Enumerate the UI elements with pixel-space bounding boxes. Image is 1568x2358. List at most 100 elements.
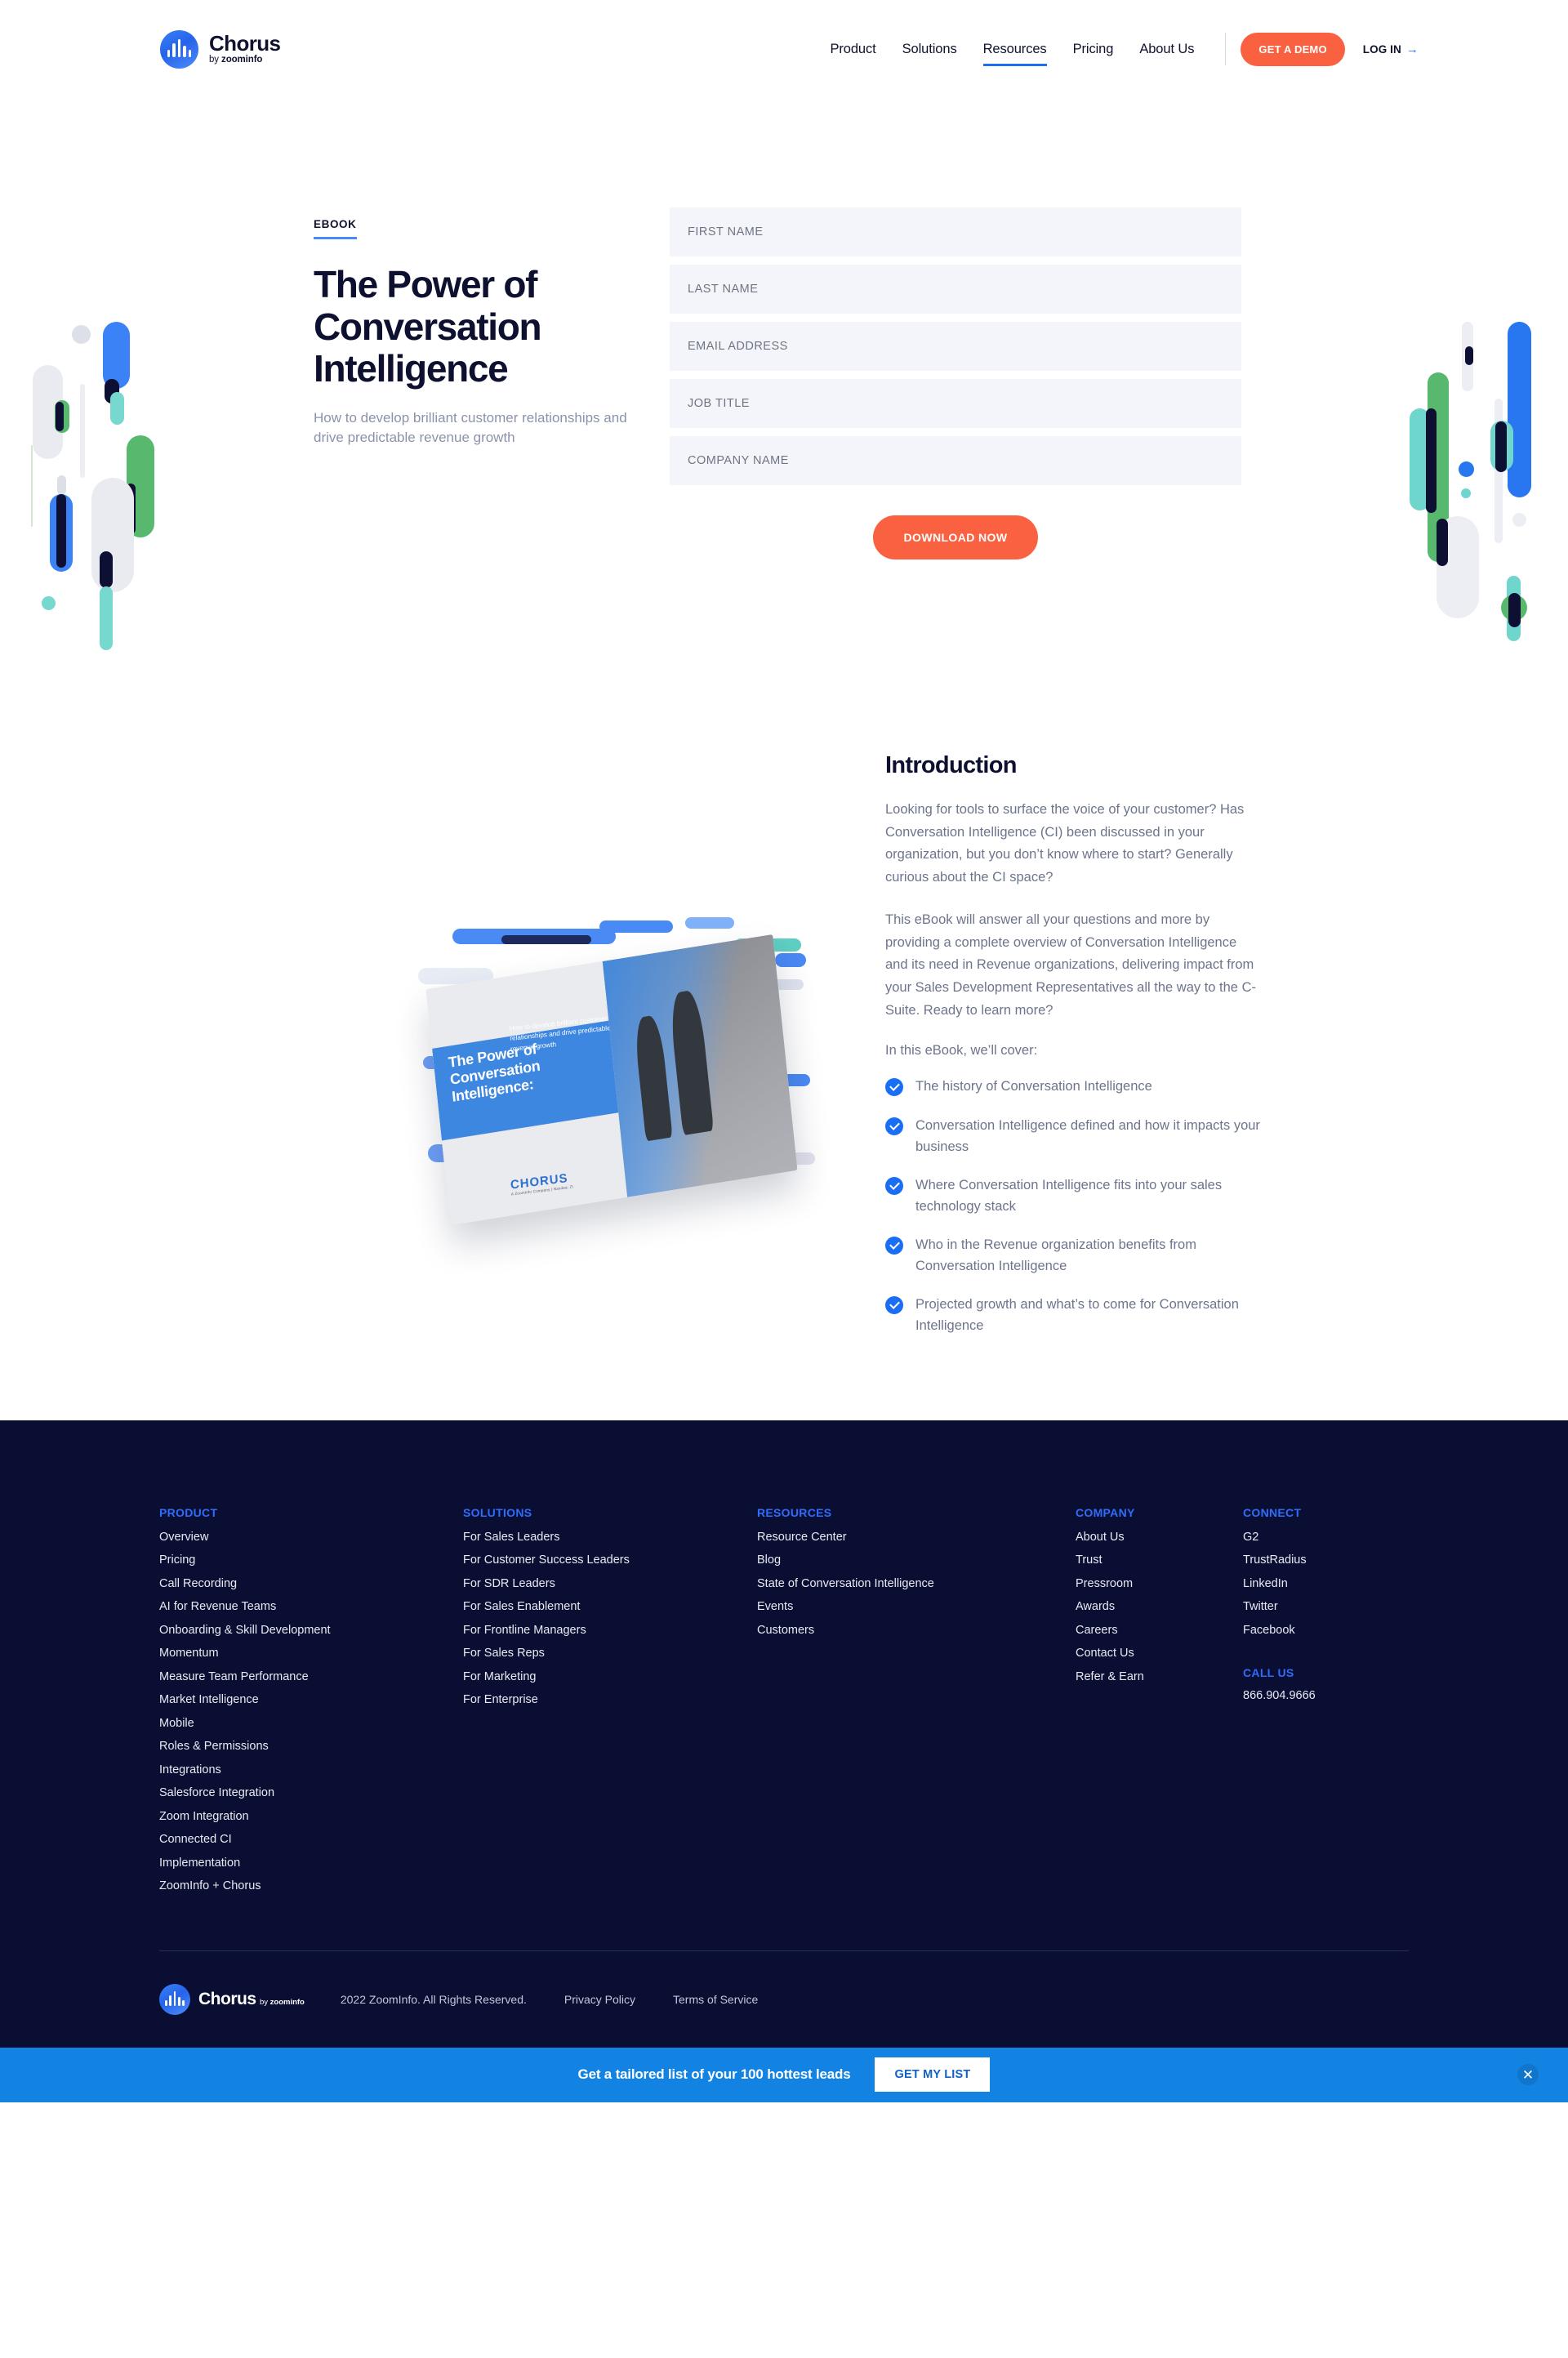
footer-link-twitter[interactable]: Twitter [1243,1600,1406,1613]
footer-link-implementation[interactable]: Implementation [159,1857,463,1870]
footer-link-zoom-integration[interactable]: Zoom Integration [159,1810,463,1823]
download-now-button[interactable]: DOWNLOAD NOW [872,515,1039,559]
get-my-list-button[interactable]: GET MY LIST [875,2057,991,2093]
streak [775,953,806,967]
footer-link-trustradius[interactable]: TrustRadius [1243,1553,1406,1567]
last-name-input[interactable] [670,265,1241,314]
footer-link-refer-earn[interactable]: Refer & Earn [1076,1670,1243,1683]
hero-copy: EBOOK The Power of Conversation Intellig… [212,204,670,559]
footer-link-linkedin[interactable]: LinkedIn [1243,1577,1406,1590]
brand-zoominfo-text: zoominfo [221,55,263,65]
footer-link-facebook[interactable]: Facebook [1243,1624,1406,1637]
footer-heading-resources: RESOURCES [757,1505,832,1519]
nav-item-solutions[interactable]: Solutions [889,42,970,57]
footer-link-roles-permissions[interactable]: Roles & Permissions [159,1740,463,1753]
company-name-input[interactable] [670,436,1241,485]
list-item: Where Conversation Intelligence fits int… [885,1175,1269,1217]
footer-phone-number[interactable]: 866.904.9666 [1243,1689,1316,1702]
footer-link-momentum[interactable]: Momentum [159,1647,463,1660]
footer-link-ai-for-revenue-teams[interactable]: AI for Revenue Teams [159,1600,463,1613]
first-name-input[interactable] [670,207,1241,256]
footer-brand-byline: by zoominfo [260,1998,305,2007]
footer-link-zoominfo-chorus[interactable]: ZoomInfo + Chorus [159,1879,463,1892]
check-circle-icon [885,1078,903,1097]
check-circle-icon [885,1117,903,1136]
footer-link-blog[interactable]: Blog [757,1553,1076,1567]
footer-heading-call-us: CALL US [1243,1665,1294,1679]
log-in-link[interactable]: LOG IN → [1363,43,1419,56]
terms-of-service-link[interactable]: Terms of Service [673,1993,758,2006]
footer-link-for-sales-leaders[interactable]: For Sales Leaders [463,1531,757,1544]
footer-brand-by-text: by [259,1997,270,2007]
introduction-column: Introduction Looking for tools to surfac… [885,657,1356,1355]
footer-link-for-marketing[interactable]: For Marketing [463,1670,757,1683]
footer-link-contact-us[interactable]: Contact Us [1076,1647,1243,1660]
footer-column-product: PRODUCT Overview Pricing Call Recording … [159,1506,463,1903]
footer-link-trust[interactable]: Trust [1076,1553,1243,1567]
footer-column-solutions: SOLUTIONS For Sales Leaders For Customer… [463,1506,757,1903]
list-item: Projected growth and what’s to come for … [885,1295,1269,1336]
footer-link-onboarding-skill-development[interactable]: Onboarding & Skill Development [159,1624,463,1637]
copyright-text: 2022 ZoomInfo. All Rights Reserved. [340,1992,527,2006]
footer-link-integrations[interactable]: Integrations [159,1763,463,1776]
hero-subtitle: How to develop brilliant customer relati… [314,409,627,446]
ebook-mockup: The Power of Conversation Intelligence: … [403,911,861,1262]
ebook-topics-list: The history of Conversation Intelligence… [885,1076,1356,1336]
streak [685,917,734,929]
footer-link-call-recording[interactable]: Call Recording [159,1577,463,1590]
footer-link-resource-center[interactable]: Resource Center [757,1531,1076,1544]
footer-link-pricing[interactable]: Pricing [159,1553,463,1567]
list-item-label: The history of Conversation Intelligence [915,1079,1152,1094]
footer-link-for-sdr-leaders[interactable]: For SDR Leaders [463,1577,757,1590]
footer-link-for-customer-success-leaders[interactable]: For Customer Success Leaders [463,1553,757,1567]
footer-link-measure-team-performance[interactable]: Measure Team Performance [159,1670,463,1683]
email-address-input[interactable] [670,322,1241,371]
footer-link-for-sales-enablement[interactable]: For Sales Enablement [463,1600,757,1613]
chorus-logo[interactable]: Chorus by zoominfo [160,29,281,69]
list-item: Who in the Revenue organization benefits… [885,1235,1269,1277]
nav-item-about-us[interactable]: About Us [1126,42,1207,57]
check-circle-icon [885,1237,903,1255]
main-content: The Power of Conversation Intelligence: … [0,657,1568,1420]
footer-link-state-of-conversation-intelligence[interactable]: State of Conversation Intelligence [757,1577,1076,1590]
form-submit-row: DOWNLOAD NOW [670,515,1241,559]
footer-link-awards[interactable]: Awards [1076,1600,1243,1613]
footer-heading-product: PRODUCT [159,1505,218,1519]
footer-link-customers[interactable]: Customers [757,1624,1076,1637]
nav-item-resources[interactable]: Resources [970,42,1060,66]
footer-bottom-bar: Chorus by zoominfo 2022 ZoomInfo. All Ri… [159,1951,1409,2048]
footer-link-pressroom[interactable]: Pressroom [1076,1577,1243,1590]
site-footer: PRODUCT Overview Pricing Call Recording … [0,1420,1568,2048]
nav-item-pricing[interactable]: Pricing [1060,42,1127,57]
list-item: Conversation Intelligence defined and ho… [885,1116,1269,1157]
footer-link-about-us[interactable]: About Us [1076,1531,1243,1544]
footer-link-overview[interactable]: Overview [159,1531,463,1544]
brand-by-text: by [209,55,222,65]
footer-link-for-sales-reps[interactable]: For Sales Reps [463,1647,757,1660]
job-title-input[interactable] [670,379,1241,428]
eyebrow-label: EBOOK [314,218,357,239]
decorative-bars-right [1380,302,1568,653]
site-header: Chorus by zoominfo Product Solutions Res… [0,0,1568,98]
footer-link-g2[interactable]: G2 [1243,1531,1406,1544]
close-icon[interactable]: ✕ [1517,2064,1539,2086]
footer-columns: PRODUCT Overview Pricing Call Recording … [159,1506,1409,1903]
footer-link-market-intelligence[interactable]: Market Intelligence [159,1693,463,1706]
footer-link-events[interactable]: Events [757,1600,1076,1613]
ebook-mockup-column: The Power of Conversation Intelligence: … [314,657,885,1278]
cta-banner: Get a tailored list of your 100 hottest … [0,2047,1568,2102]
footer-brand-zoominfo-text: zoominfo [270,1997,305,2007]
footer-link-careers[interactable]: Careers [1076,1624,1243,1637]
footer-link-connected-ci[interactable]: Connected CI [159,1833,463,1846]
footer-brand-name: Chorus [198,1989,256,2008]
introduction-heading: Introduction [885,752,1017,778]
get-a-demo-button[interactable]: GET A DEMO [1241,32,1345,66]
introduction-paragraph-1: Looking for tools to surface the voice o… [885,802,1245,885]
nav-item-product[interactable]: Product [817,42,889,57]
footer-chorus-logo[interactable]: Chorus by zoominfo [159,1983,305,2015]
footer-link-mobile[interactable]: Mobile [159,1717,463,1730]
footer-link-for-enterprise[interactable]: For Enterprise [463,1693,757,1706]
privacy-policy-link[interactable]: Privacy Policy [564,1993,635,2006]
footer-link-for-frontline-managers[interactable]: For Frontline Managers [463,1624,757,1637]
footer-link-salesforce-integration[interactable]: Salesforce Integration [159,1786,463,1799]
